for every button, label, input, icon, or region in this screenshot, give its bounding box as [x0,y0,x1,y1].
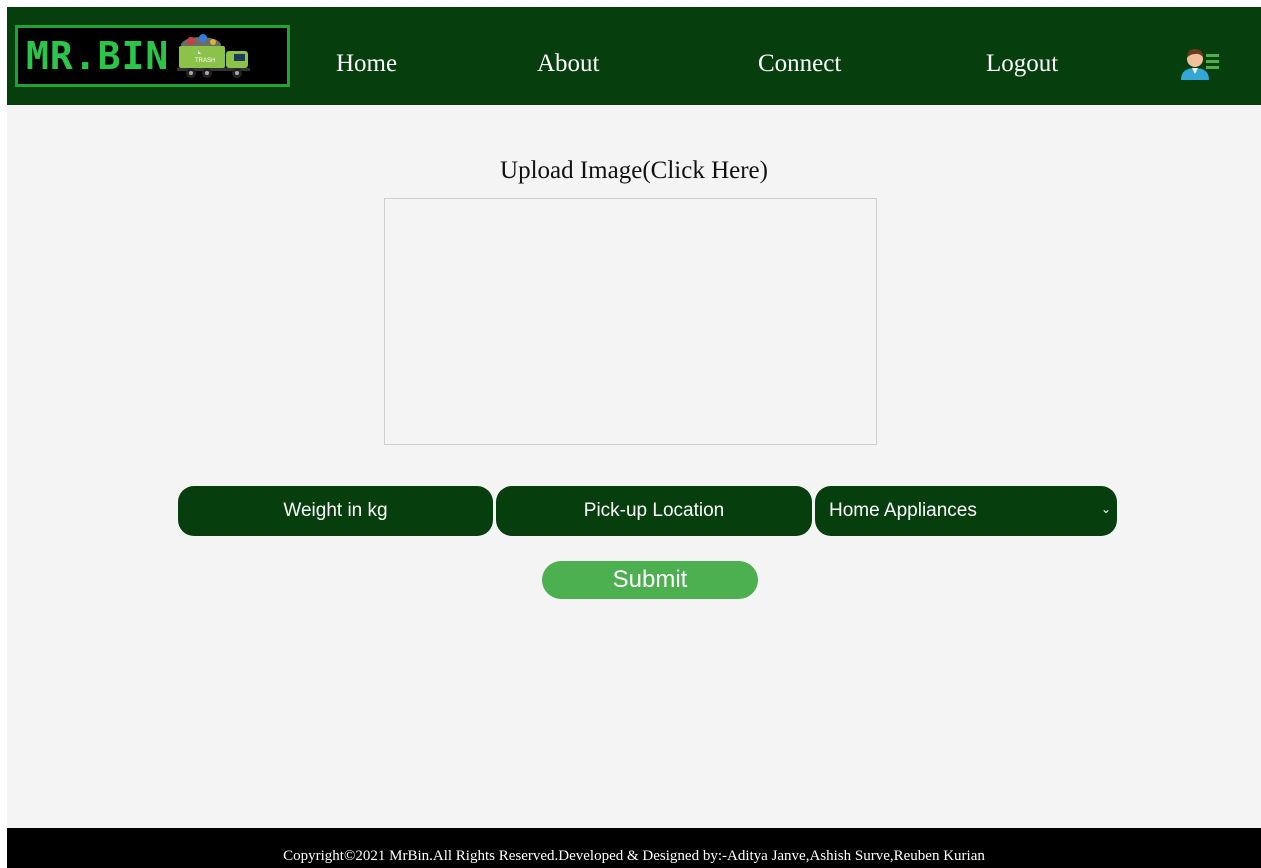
pickup-location-input[interactable] [496,486,812,536]
upload-image-label[interactable]: Upload Image(Click Here) [7,157,1261,185]
truck-label: TRASH [195,58,215,64]
submit-button[interactable]: Submit [542,561,758,599]
garbage-truck-icon: TRASH [177,34,251,78]
footer: Copyright©2021 MrBin.All Rights Reserved… [7,828,1261,868]
nav-about-link[interactable]: About [537,51,600,76]
logo-text: MR.BIN [26,34,170,78]
nav-logout-link[interactable]: Logout [986,51,1058,76]
category-selected-value: Home Appliances [829,500,977,521]
brand-logo[interactable]: MR.BIN TRASH [15,25,290,87]
page: MR.BIN TRASH Home About Connect Logout U… [7,7,1261,868]
footer-copyright: Copyright©2021 MrBin.All Rights Reserved… [283,848,985,864]
chevron-down-icon: ⌄ [1100,502,1111,516]
category-select[interactable]: Home Appliances ⌄ [815,486,1117,536]
upload-image-dropzone[interactable] [384,198,877,445]
nav-home-link[interactable]: Home [336,51,397,76]
user-menu-icon[interactable] [1179,46,1221,82]
weight-input[interactable] [178,486,493,536]
navbar: MR.BIN TRASH Home About Connect Logout [7,7,1261,105]
nav-connect-link[interactable]: Connect [758,51,841,76]
